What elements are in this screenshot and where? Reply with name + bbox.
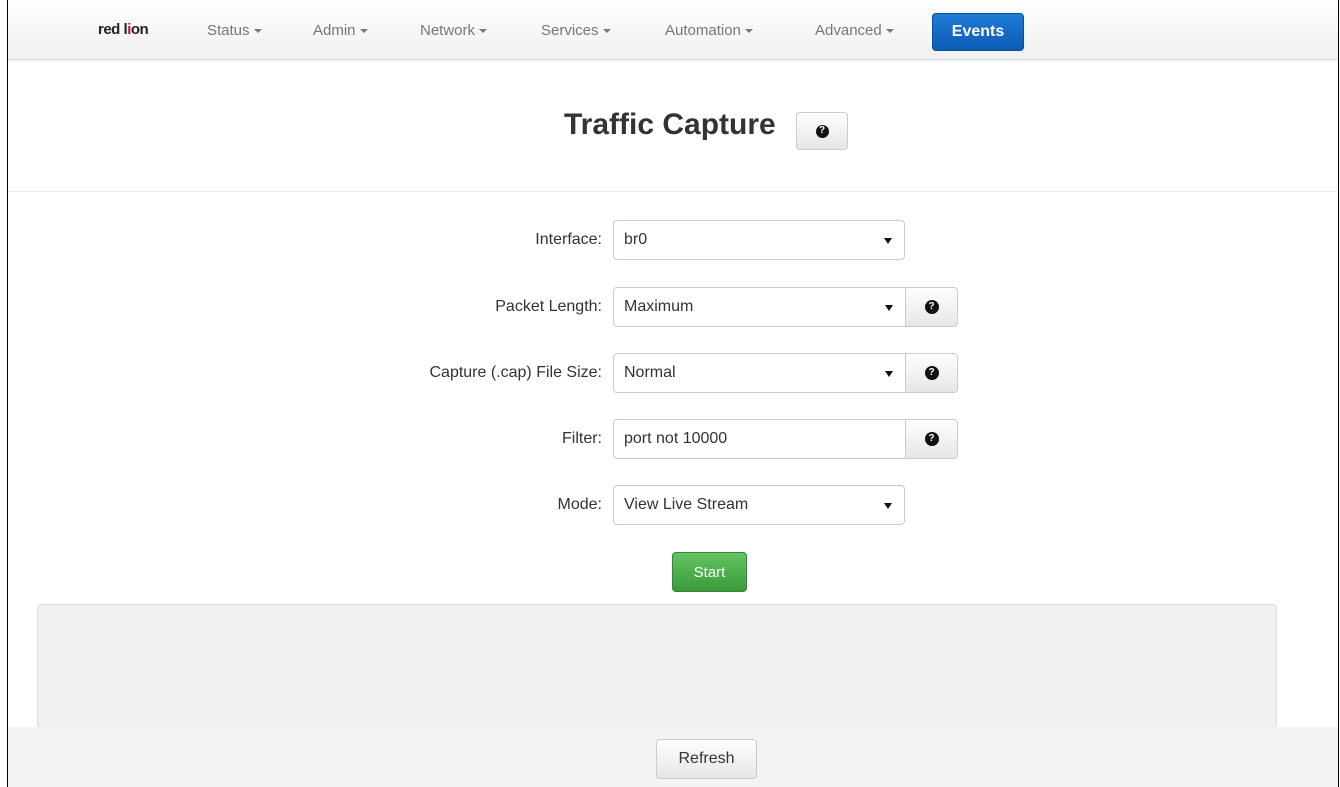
file-size-row: Capture (.cap) File Size: Normal ?: [8, 353, 1338, 393]
capture-output-panel[interactable]: [37, 604, 1277, 728]
packet-length-value: Maximum: [624, 298, 694, 315]
caret-down-icon: [479, 29, 488, 34]
mode-label: Mode:: [557, 496, 602, 513]
nav-admin-menu[interactable]: Admin: [313, 22, 368, 39]
mode-select[interactable]: View Live Stream: [613, 485, 905, 525]
nav-status-menu[interactable]: Status: [207, 22, 262, 39]
interface-value: br0: [624, 231, 648, 248]
caret-down-icon: [359, 29, 368, 34]
nav-status-label: Status: [207, 22, 250, 39]
dropdown-arrow-icon: [885, 371, 893, 377]
caret-down-icon: [885, 29, 894, 34]
filter-row: Filter: port not 10000 ?: [8, 419, 1338, 459]
caret-down-icon: [602, 29, 611, 34]
dropdown-arrow-icon: [885, 305, 893, 311]
nav-network-label: Network: [420, 22, 476, 39]
nav-network-menu[interactable]: Network: [420, 22, 488, 39]
nav-services-menu[interactable]: Services: [541, 22, 611, 39]
nav-admin-label: Admin: [313, 22, 356, 39]
question-circle-icon: ?: [924, 432, 939, 446]
filter-help-button[interactable]: ?: [905, 419, 958, 459]
logo-text-c: on: [130, 21, 149, 38]
app-frame: red lion Status Admin Network Services A…: [7, 0, 1339, 787]
top-navbar: red lion Status Admin Network Services A…: [8, 0, 1338, 60]
caret-down-icon: [744, 29, 753, 34]
page-help-button[interactable]: ?: [796, 112, 848, 150]
question-circle-icon: ?: [924, 366, 939, 380]
nav-automation-label: Automation: [665, 22, 741, 39]
caret-down-icon: [253, 29, 262, 34]
filter-value: port not 10000: [624, 430, 728, 447]
file-size-select[interactable]: Normal: [613, 353, 906, 393]
packet-length-help-button[interactable]: ?: [905, 287, 958, 327]
packet-length-row: Packet Length: Maximum ?: [8, 287, 1338, 327]
nav-advanced-menu[interactable]: Advanced: [815, 22, 894, 39]
footer-bar: Refresh: [8, 727, 1338, 787]
interface-row: Interface: br0: [8, 220, 1338, 260]
nav-automation-menu[interactable]: Automation: [665, 22, 753, 39]
start-button[interactable]: Start: [672, 552, 747, 592]
mode-row: Mode: View Live Stream: [8, 485, 1338, 525]
file-size-value: Normal: [624, 364, 676, 381]
packet-length-label: Packet Length:: [495, 298, 602, 315]
nav-services-label: Services: [541, 22, 599, 39]
question-circle-icon: ?: [924, 300, 939, 314]
nav-advanced-label: Advanced: [815, 22, 882, 39]
nav-events-button[interactable]: Events: [932, 13, 1024, 51]
logo-text-a: red l: [98, 21, 128, 38]
file-size-label: Capture (.cap) File Size:: [429, 364, 602, 381]
question-circle-icon: ?: [815, 124, 829, 138]
page-title: Traffic Capture: [564, 108, 776, 141]
dropdown-arrow-icon: [884, 503, 892, 509]
page-header: Traffic Capture ?: [8, 61, 1338, 192]
filter-input[interactable]: port not 10000: [613, 419, 906, 459]
interface-select[interactable]: br0: [613, 220, 905, 260]
packet-length-select[interactable]: Maximum: [613, 287, 906, 327]
interface-label: Interface:: [535, 231, 602, 248]
refresh-button[interactable]: Refresh: [656, 739, 757, 779]
red-lion-logo[interactable]: red lion: [98, 21, 149, 38]
file-size-help-button[interactable]: ?: [905, 353, 958, 393]
filter-label: Filter:: [562, 430, 602, 447]
dropdown-arrow-icon: [884, 238, 892, 244]
mode-value: View Live Stream: [624, 496, 749, 513]
